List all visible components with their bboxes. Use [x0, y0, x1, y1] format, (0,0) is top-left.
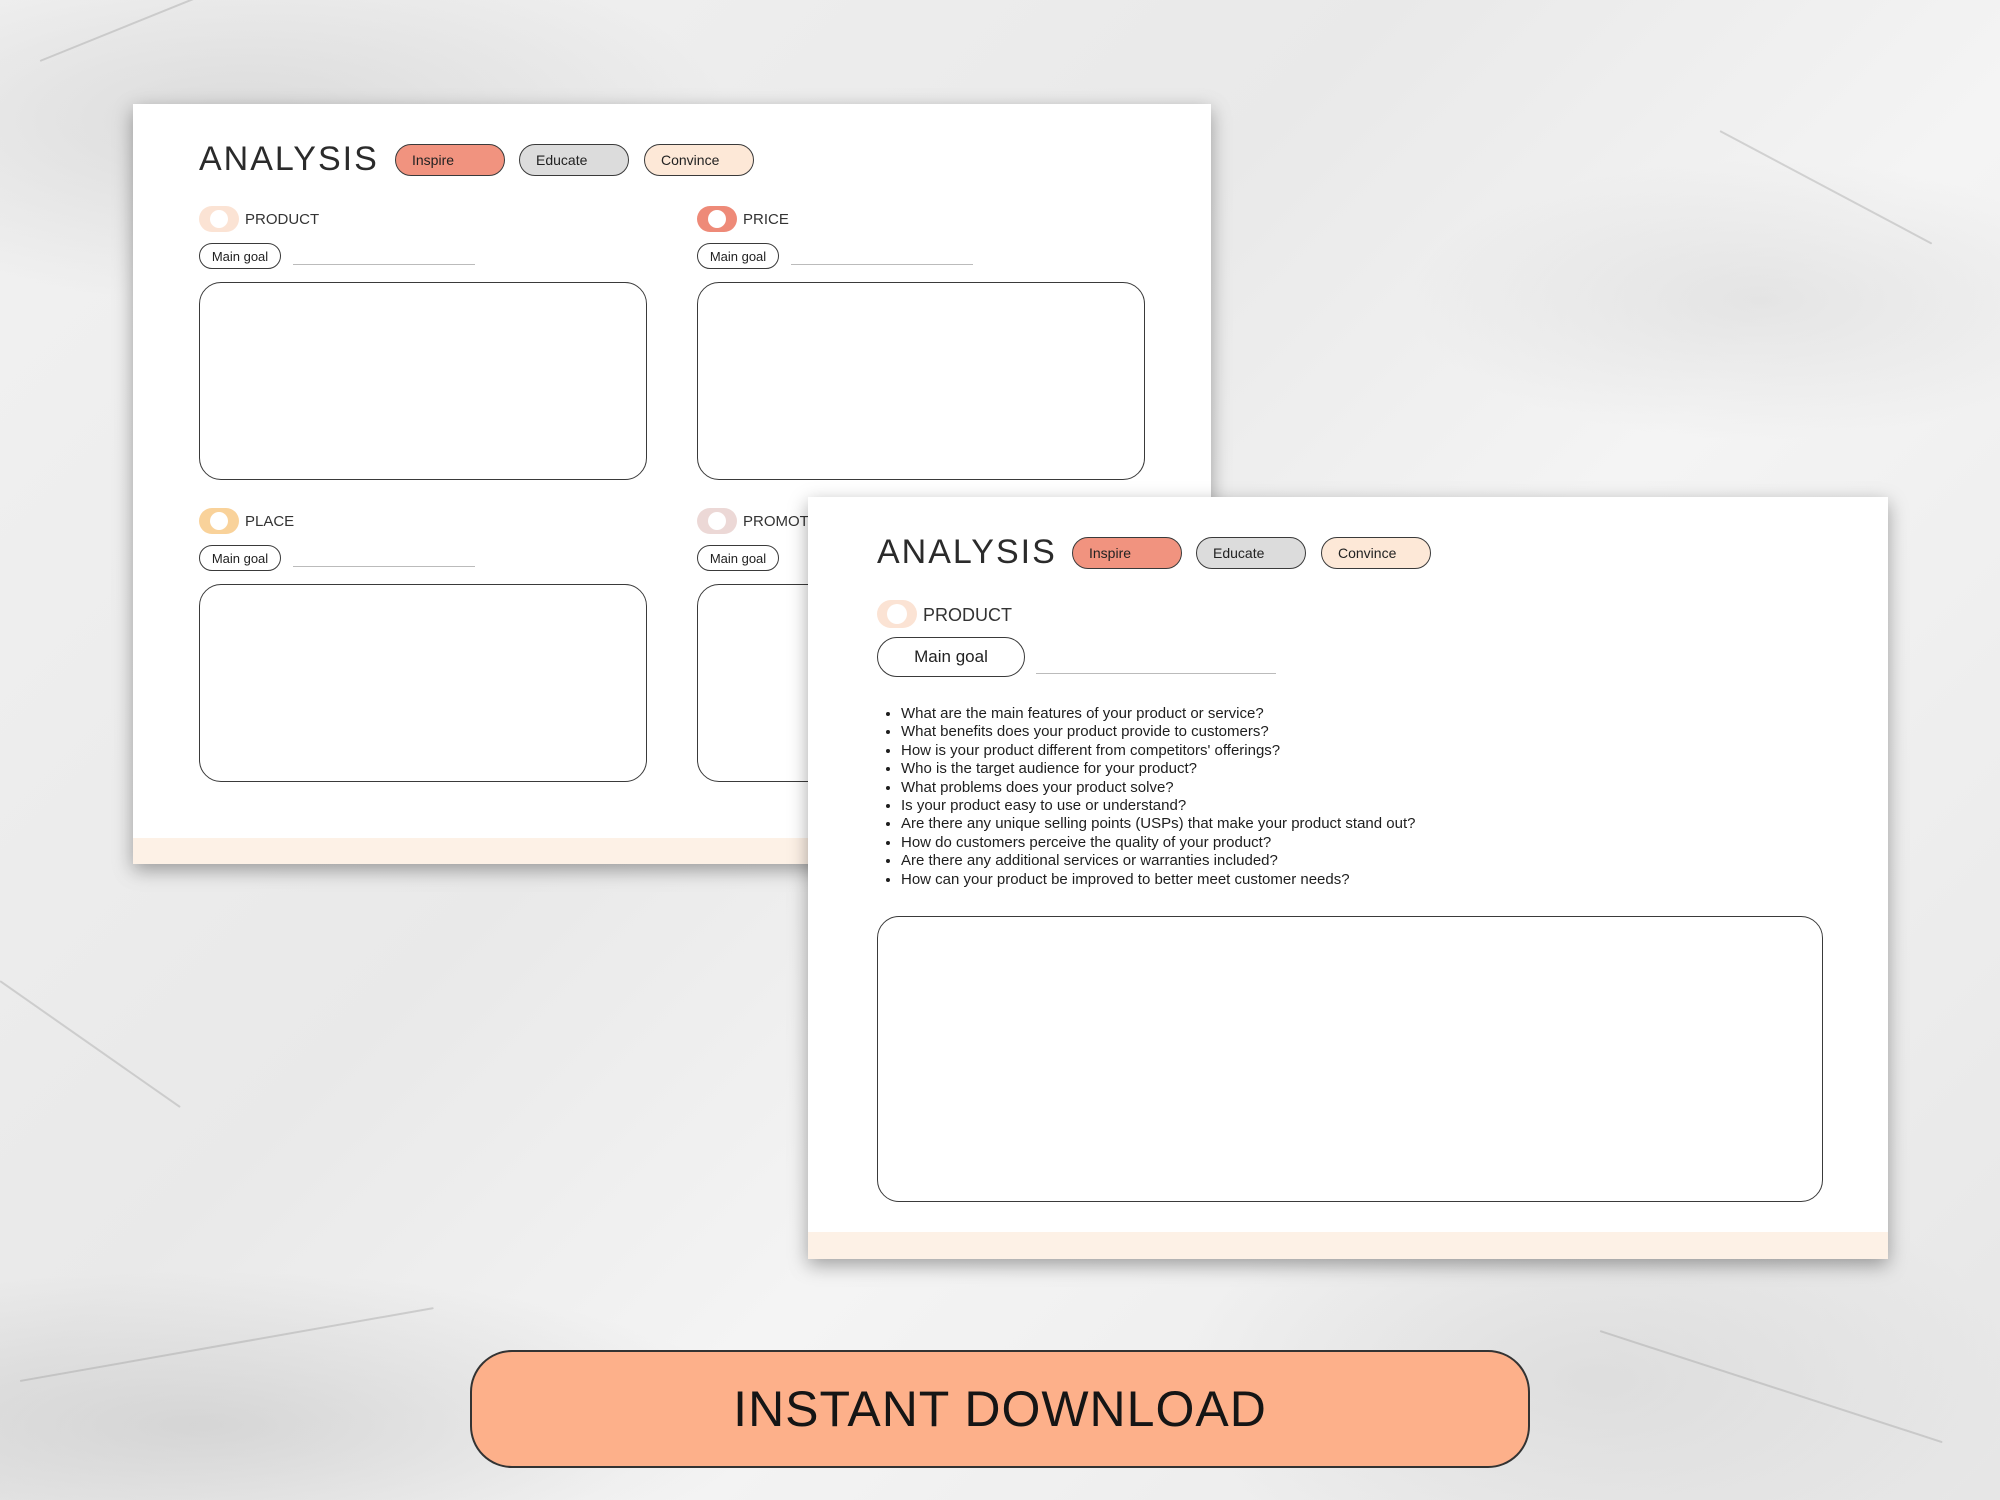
list-item: How can your product be improved to bett… — [901, 871, 1415, 889]
goal-underline — [293, 264, 475, 265]
section-label-product: PRODUCT — [923, 605, 1012, 625]
goal-underline — [1036, 673, 1276, 674]
list-item: Are there any unique selling points (USP… — [901, 815, 1415, 833]
goal-underline — [791, 264, 973, 265]
notes-box-product[interactable] — [199, 282, 647, 480]
toggle-product[interactable] — [877, 600, 917, 628]
toggle-knob — [708, 210, 726, 228]
tag-convince[interactable]: Convince — [644, 144, 754, 176]
notes-box-product[interactable] — [877, 916, 1823, 1202]
toggle-knob — [708, 512, 726, 530]
list-item: How do customers perceive the quality of… — [901, 834, 1415, 852]
toggle-place[interactable] — [199, 508, 239, 534]
notes-box-price[interactable] — [697, 282, 1145, 480]
instant-download-button[interactable]: INSTANT DOWNLOAD — [470, 1350, 1530, 1468]
tag-educate[interactable]: Educate — [1196, 537, 1306, 569]
list-item: What benefits does your product provide … — [901, 723, 1415, 741]
list-item: Who is the target audience for your prod… — [901, 760, 1415, 778]
section-label-product: PRODUCT — [245, 211, 320, 228]
marble-vein — [39, 0, 282, 62]
main-goal-pill: Main goal — [199, 545, 281, 571]
list-item: What are the main features of your produ… — [901, 705, 1415, 723]
toggle-price[interactable] — [697, 206, 737, 232]
page-title: ANALYSIS — [877, 533, 1057, 571]
section-label-price: PRICE — [743, 211, 789, 228]
list-item: Are there any additional services or war… — [901, 852, 1415, 870]
main-goal-pill: Main goal — [697, 545, 779, 571]
marble-vein — [1719, 130, 1933, 245]
tag-inspire[interactable]: Inspire — [1072, 537, 1182, 569]
page-title: ANALYSIS — [199, 140, 379, 178]
section-label-place: PLACE — [245, 513, 295, 530]
tag-educate[interactable]: Educate — [519, 144, 629, 176]
main-goal-pill: Main goal — [697, 243, 779, 269]
toggle-product[interactable] — [199, 206, 239, 232]
marble-vein — [19, 1307, 434, 1382]
goal-underline — [293, 566, 475, 567]
front-worksheet: ANALYSIS Inspire Educate Convince PRODUC… — [808, 497, 1888, 1259]
list-item: How is your product different from compe… — [901, 742, 1415, 760]
marble-vein — [0, 980, 181, 1109]
main-goal-pill: Main goal — [877, 637, 1025, 677]
tag-convince[interactable]: Convince — [1321, 537, 1431, 569]
toggle-knob — [210, 210, 228, 228]
notes-box-place[interactable] — [199, 584, 647, 782]
toggle-knob — [210, 512, 228, 530]
section-label-promotion: PROMOT — [743, 513, 809, 530]
footer-band — [808, 1232, 1888, 1259]
toggle-knob — [887, 604, 907, 624]
toggle-promotion[interactable] — [697, 508, 737, 534]
question-list: What are the main features of your produ… — [877, 705, 1415, 889]
marble-vein — [1599, 1330, 1943, 1444]
list-item: Is your product easy to use or understan… — [901, 797, 1415, 815]
tag-inspire[interactable]: Inspire — [395, 144, 505, 176]
main-goal-pill: Main goal — [199, 243, 281, 269]
list-item: What problems does your product solve? — [901, 779, 1415, 797]
